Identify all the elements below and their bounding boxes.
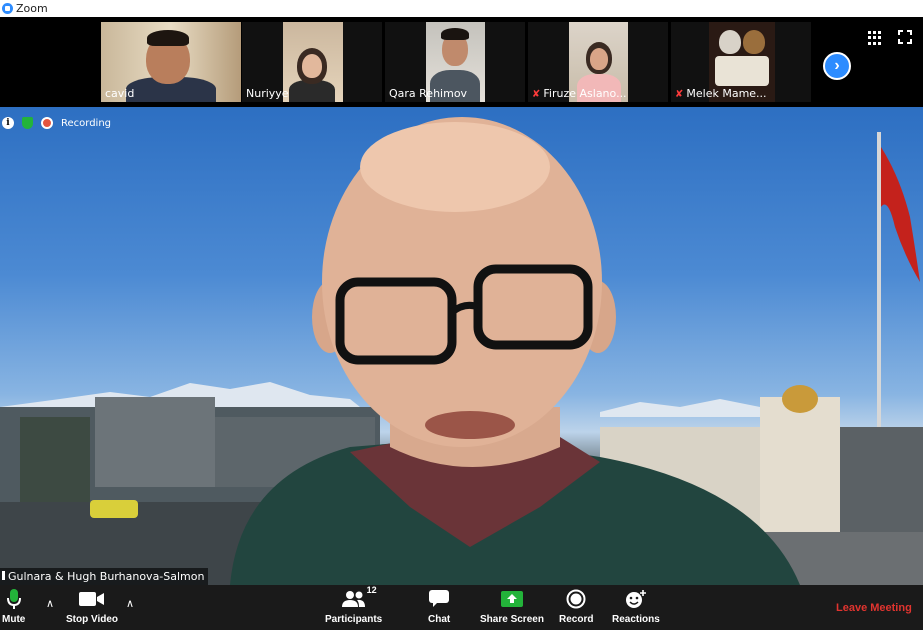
record-label: Record [559, 614, 594, 625]
participant-tile-firuze-aslanova[interactable]: ✘ Firuze Aslano... [528, 22, 668, 102]
share-screen-label: Share Screen [480, 614, 544, 625]
audio-level-icon [2, 571, 5, 580]
share-screen-icon [500, 588, 523, 610]
muted-mic-icon: ✘ [675, 89, 684, 100]
participants-count: 12 [366, 585, 377, 595]
recording-icon [41, 117, 53, 129]
participant-name: ✘ Melek Mame... [675, 87, 767, 100]
gallery-grid-icon[interactable] [868, 31, 882, 45]
reactions-icon [625, 588, 647, 610]
reactions-label: Reactions [612, 614, 660, 625]
participant-name: Qara Rehimov [389, 87, 468, 100]
reactions-button[interactable]: Reactions [612, 588, 660, 625]
active-speaker-video: i Recording Gulnara & Hugh Burhanova-Sal… [0, 107, 923, 585]
mute-button[interactable]: Mute [2, 588, 25, 625]
fullscreen-icon[interactable] [898, 30, 912, 44]
microphone-icon [6, 588, 21, 610]
chat-icon [429, 588, 450, 610]
meeting-toolbar: Mute ∧ Stop Video ∧ 12 Participants Chat… [0, 585, 923, 630]
participants-button[interactable]: 12 Participants [325, 585, 383, 625]
participant-tile-nuriyye[interactable]: Nuriyye [242, 22, 382, 102]
muted-mic-icon: ✘ [532, 89, 541, 100]
window-titlebar: Zoom [0, 0, 923, 17]
next-page-icon[interactable]: › [823, 52, 851, 80]
recording-label: Recording [61, 117, 112, 129]
video-camera-icon [79, 588, 105, 610]
participant-name: ✘ Firuze Aslano... [532, 87, 627, 100]
window-title: Zoom [16, 2, 48, 15]
active-speaker-name: Gulnara & Hugh Burhanova-Salmon [0, 568, 209, 585]
info-icon[interactable]: i [2, 117, 14, 129]
participant-name: cavid [105, 87, 135, 100]
mute-label: Mute [2, 614, 26, 625]
share-screen-button[interactable]: Share Screen [480, 588, 544, 625]
encryption-shield-icon[interactable] [22, 117, 33, 129]
chat-label: Chat [428, 614, 451, 625]
meeting-status-row: i Recording [2, 117, 111, 129]
participants-icon: 12 [341, 585, 377, 610]
participant-video [283, 22, 343, 102]
gallery-strip: cavid Nuriyye Qara Rehimov ✘ Firuze Aslan… [0, 17, 923, 107]
zoom-logo-icon [2, 3, 13, 14]
background-scene [0, 117, 923, 585]
record-button[interactable]: Record [559, 588, 593, 625]
participant-tile-qara-rehimov[interactable]: Qara Rehimov [385, 22, 525, 102]
video-options-chevron-icon[interactable]: ∧ [126, 597, 134, 610]
participant-tile-melek-mamedova[interactable]: ✘ Melek Mame... [671, 22, 811, 102]
leave-meeting-button[interactable]: Leave Meeting [836, 602, 912, 614]
participant-name: Nuriyye [246, 87, 289, 100]
record-icon [566, 588, 586, 610]
chat-button[interactable]: Chat [428, 588, 450, 625]
audio-options-chevron-icon[interactable]: ∧ [46, 597, 54, 610]
stop-video-button[interactable]: Stop Video [66, 588, 118, 625]
participant-tile-cavid[interactable]: cavid [101, 22, 241, 102]
participants-label: Participants [325, 614, 383, 625]
stop-video-label: Stop Video [66, 614, 119, 625]
